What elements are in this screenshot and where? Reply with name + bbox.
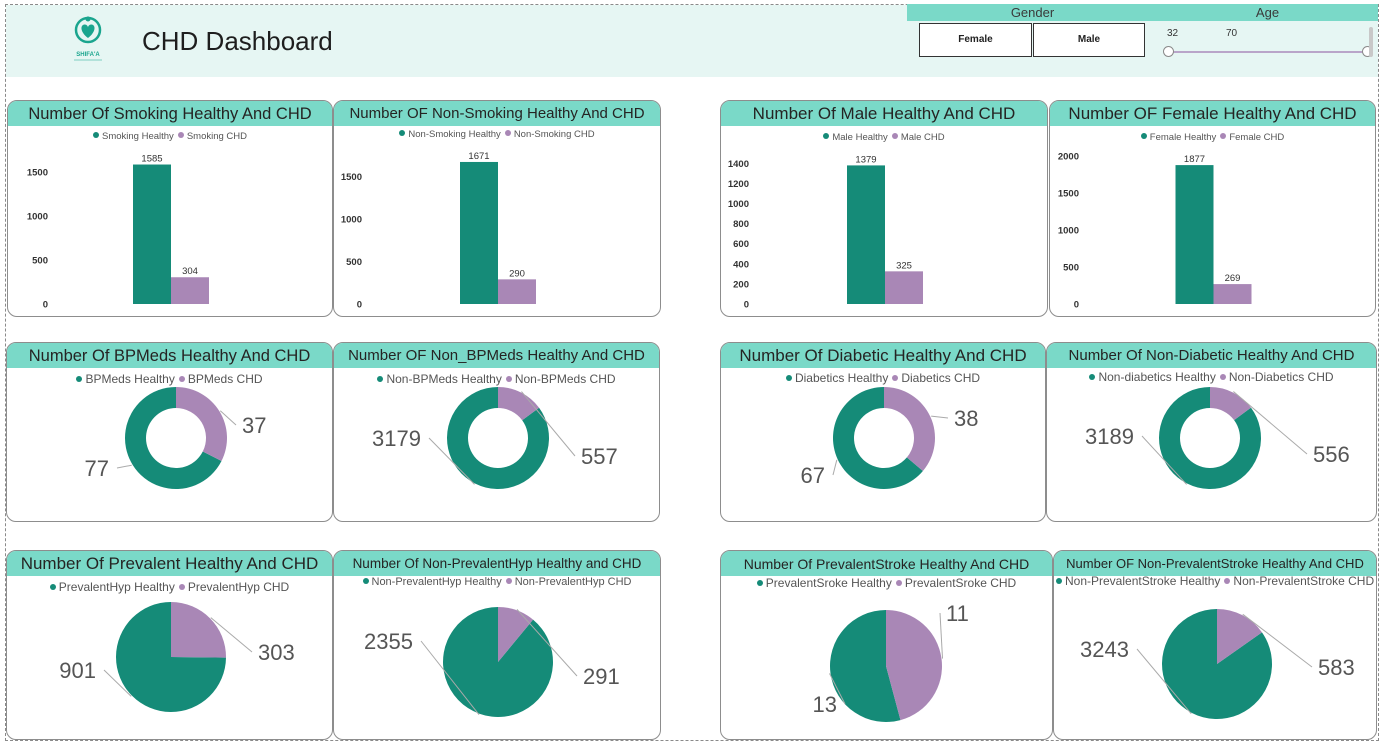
y-tick-label: 400 [733, 259, 749, 270]
slice-data-label: 557 [581, 444, 618, 469]
slice-data-label: 67 [801, 463, 825, 488]
healthy-bar[interactable] [133, 164, 171, 304]
chd-bar[interactable] [171, 277, 209, 304]
y-tick-label: 0 [744, 300, 749, 311]
nonstroke-chart-card[interactable]: Number OF Non-PrevalentStroke Healthy An… [1053, 550, 1377, 740]
y-tick-label: 1200 [728, 179, 749, 190]
bar-data-label: 1585 [141, 154, 162, 165]
slice-data-label: 37 [242, 413, 266, 438]
y-tick-label: 1000 [1058, 226, 1079, 237]
age-slider-min-handle[interactable] [1163, 46, 1174, 57]
bpmeds-chart-card[interactable]: Number Of BPMeds Healthy And CHD BPMeds H… [6, 342, 333, 522]
slice-data-label: 556 [1313, 442, 1350, 467]
y-tick-label: 0 [43, 300, 48, 311]
bar-data-label: 1379 [855, 154, 876, 165]
gender-male-button[interactable]: Male [1033, 23, 1145, 57]
slice-data-label: 11 [946, 601, 969, 626]
chart-plot: 0 200 400 600 800 1000 1200 1400 1379 325 [728, 154, 923, 311]
slice-data-label: 3189 [1085, 424, 1134, 449]
y-tick-label: 1000 [728, 199, 749, 210]
bar-data-label: 1671 [468, 151, 489, 162]
chart-plot: 0 500 1000 1500 1671 290 [341, 151, 536, 311]
chart-plot: 3243 583 [1080, 609, 1355, 719]
nonsmoking-chart-card[interactable]: Number OF Non-Smoking Healthy And CHD Non… [333, 100, 661, 317]
age-slicer-header: Age [1157, 4, 1378, 21]
leader-line [931, 415, 949, 419]
y-tick-label: 500 [32, 256, 48, 267]
healthy-bar[interactable] [1175, 165, 1214, 304]
chart-plot: 901 303 [59, 602, 295, 712]
chd-slice[interactable] [176, 387, 228, 462]
gender-female-button[interactable]: Female [919, 23, 1032, 57]
y-tick-label: 1500 [1058, 189, 1079, 200]
healthy-bar[interactable] [847, 165, 885, 304]
y-tick-label: 1500 [27, 168, 48, 179]
nonbpmeds-chart-card[interactable]: Number OF Non_BPMeds Healthy And CHD Non-… [333, 342, 660, 522]
age-slider-track[interactable] [1168, 51, 1368, 53]
leader-line [939, 612, 944, 659]
chart-plot: 3179 557 [372, 387, 618, 489]
age-min-value[interactable]: 32 [1167, 28, 1178, 39]
bar-data-label: 325 [896, 260, 912, 271]
slice-data-label: 291 [583, 664, 620, 689]
shifaa-logo: SHIFA'A [74, 16, 102, 61]
bar-data-label: 269 [1225, 273, 1241, 284]
leader-line [832, 459, 838, 476]
chd-slice[interactable] [171, 602, 226, 658]
bar-data-label: 1877 [1184, 154, 1205, 165]
y-tick-label: 200 [733, 279, 749, 290]
healthy-bar[interactable] [460, 161, 498, 304]
chart-plot: 3189 556 [1085, 387, 1350, 489]
nondiabetic-chart-card[interactable]: Number Of Non-Diabetic Healthy And CHD No… [1046, 342, 1377, 522]
slice-data-label: 3243 [1080, 637, 1129, 662]
chd-bar[interactable] [498, 279, 536, 304]
y-tick-label: 2000 [1058, 152, 1079, 163]
slice-data-label: 3179 [372, 426, 421, 451]
prevalent-chart-card[interactable]: Number Of Prevalent Healthy And CHD Preva… [6, 550, 333, 740]
leader-line [116, 464, 132, 469]
chart-plot: 0 500 1000 1500 1585 304 [27, 154, 209, 311]
slice-data-label: 13 [813, 692, 837, 717]
y-tick-label: 1000 [27, 212, 48, 223]
y-tick-label: 500 [346, 257, 362, 268]
chd-slice[interactable] [884, 387, 935, 471]
gender-slicer-header: Gender [907, 4, 1158, 21]
slice-data-label: 2355 [364, 629, 413, 654]
male-chart-card[interactable]: Number Of Male Healthy And CHD Male Healt… [720, 100, 1048, 317]
chart-plot: 67 38 [801, 387, 978, 489]
bar-data-label: 290 [509, 268, 525, 279]
y-tick-label: 0 [1074, 300, 1079, 311]
chart-plot: 0 500 1000 1500 2000 1877 269 [1058, 152, 1252, 311]
page-title: CHD Dashboard [142, 26, 333, 56]
y-tick-label: 800 [733, 219, 749, 230]
nonprevalent-chart-card[interactable]: Number Of Non-PrevalentHyp Healthy and C… [333, 550, 661, 740]
slice-data-label: 583 [1318, 655, 1355, 680]
y-tick-label: 1500 [341, 172, 362, 183]
chart-plot: 13 11 [813, 601, 969, 722]
age-slicer-scrollbar[interactable] [1369, 27, 1373, 57]
diabetic-chart-card[interactable]: Number Of Diabetic Healthy And CHD Diabet… [720, 342, 1046, 522]
chd-bar[interactable] [885, 271, 923, 304]
chd-bar[interactable] [1213, 284, 1252, 304]
y-tick-label: 1000 [341, 215, 362, 226]
bar-data-label: 304 [182, 266, 198, 277]
slice-data-label: 303 [258, 640, 295, 665]
smoking-chart-card[interactable]: Number Of Smoking Healthy And CHD Smoking… [7, 100, 333, 317]
y-tick-label: 0 [357, 300, 362, 311]
slice-data-label: 901 [59, 658, 96, 683]
slice-data-label: 77 [85, 456, 109, 481]
female-chart-card[interactable]: Number OF Female Healthy And CHD Female H… [1049, 100, 1376, 317]
age-max-value[interactable]: 70 [1226, 28, 1237, 39]
chart-plot: 77 37 [85, 387, 266, 489]
logo-text: SHIFA'A [76, 52, 100, 58]
y-tick-label: 500 [1063, 263, 1079, 274]
slice-data-label: 38 [954, 406, 978, 431]
chart-plot: 2355 291 [364, 607, 620, 717]
stroke-chart-card[interactable]: Number Of PrevalentStroke Healthy And CH… [720, 550, 1053, 740]
y-tick-label: 1400 [728, 159, 749, 170]
y-tick-label: 600 [733, 239, 749, 250]
